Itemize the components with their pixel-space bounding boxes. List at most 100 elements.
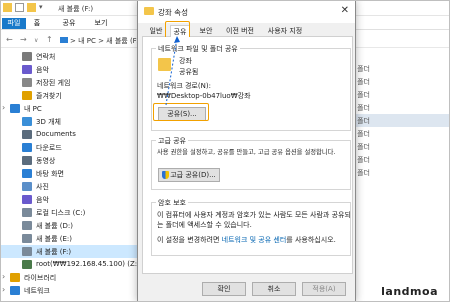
sidebar-item[interactable]: 연락처 <box>0 50 137 63</box>
sidebar-item[interactable]: › 네트워크 <box>0 284 137 297</box>
password-settings-suffix: 를 사용하십시오. <box>286 236 336 244</box>
sidebar-item[interactable]: 사진 <box>0 180 137 193</box>
pictures-icon <box>22 182 32 191</box>
music-icon <box>22 65 32 74</box>
sidebar-item-label: root(₩₩192.168.45.100) (Z:) <box>36 260 140 268</box>
sidebar-item-label: 사진 <box>36 183 49 191</box>
address-path[interactable]: > 내 PC > 새 볼륨 (F:) <box>70 36 141 46</box>
sidebar-item[interactable]: Documents <box>0 128 137 141</box>
tab-customize[interactable]: 사용자 지정 <box>262 25 308 37</box>
sidebar-item-label: Documents <box>36 130 76 138</box>
sidebar-item[interactable]: › 라이브러리 <box>0 271 137 284</box>
sidebar-item-label: 3D 개체 <box>36 118 61 126</box>
sidebar-item[interactable]: 즐겨찾기 <box>0 89 137 102</box>
navigation-pane: 연락처 음악 저장된 게임 즐겨찾기 › 내 PC 3D 개체 Documents 다운로드 동영… <box>0 50 140 302</box>
sidebar-item[interactable]: root(₩₩192.168.45.100) (Z:) <box>0 258 140 271</box>
dialog-title: 강좌 속성 <box>158 8 188 17</box>
tab-general[interactable]: 일반 <box>146 25 166 37</box>
3d-objects-icon <box>22 117 32 126</box>
chevron-right-icon[interactable]: › <box>2 272 5 281</box>
sidebar-item-label: 새 볼륨 (F:) <box>36 248 72 256</box>
ribbon-tab-file[interactable]: 파일 <box>2 18 26 29</box>
sidebar-item-label: 연락처 <box>36 53 56 61</box>
ribbon-tab-share[interactable]: 공유 <box>60 18 78 29</box>
sidebar-item[interactable]: 새 볼륨 (F:) <box>0 245 137 258</box>
sidebar-item-label: 음악 <box>36 196 49 204</box>
downloads-icon <box>22 143 32 152</box>
shared-folder-icon <box>158 58 171 71</box>
local-disk-icon <box>22 208 32 217</box>
folder-icon <box>144 7 154 15</box>
drive-icon <box>22 221 32 230</box>
ribbon-tab-view[interactable]: 보기 <box>92 18 110 29</box>
password-protection-group: 암호 보호 이 컴퓨터에 사용자 계정과 암호가 있는 사람도 모든 사람과 공… <box>151 198 353 256</box>
up-arrow-icon[interactable]: ↑ <box>46 35 53 44</box>
checkbox-icon[interactable] <box>15 3 24 12</box>
dialog-title-bar: 강좌 속성 ✕ <box>138 1 355 23</box>
chevron-right-icon[interactable]: › <box>2 103 5 112</box>
recent-dropdown-icon[interactable]: ∨ <box>34 37 38 44</box>
password-settings-line: 이 설정을 변경하려면 네트워크 및 공유 센터를 사용하십시오. <box>157 235 353 245</box>
sharing-panel: 네트워크 파일 및 폴더 공유 강좌 공유됨 네트워크 경로(N): ₩₩Des… <box>142 37 353 274</box>
folder-icon[interactable] <box>27 3 36 12</box>
advanced-sharing-button-label: 고급 공유(D)... <box>170 171 216 179</box>
network-sharing-center-link[interactable]: 네트워크 및 공유 센터 <box>222 236 287 244</box>
folder-icon <box>3 3 12 12</box>
sidebar-item-label: 라이브러리 <box>24 274 57 282</box>
sidebar-item[interactable]: 바탕 화면 <box>0 167 137 180</box>
sidebar-item[interactable]: 저장된 게임 <box>0 76 137 89</box>
music-icon <box>22 195 32 204</box>
explorer-window-title: 새 볼륨 (F:) <box>58 5 94 13</box>
tab-previous-versions[interactable]: 이전 버전 <box>222 25 258 37</box>
sidebar-item-label: 로컬 디스크 (C:) <box>36 209 86 217</box>
sidebar-item[interactable]: 음악 <box>0 193 137 206</box>
sidebar-item-label: 새 볼륨 (E:) <box>36 235 73 243</box>
share-status: 공유됨 <box>179 68 199 76</box>
dialog-button-row: 확인 취소 적용(A) <box>138 277 355 301</box>
desktop-icon <box>22 169 32 178</box>
sidebar-item-label: 즐겨찾기 <box>36 92 62 100</box>
advanced-sharing-description: 사용 권한을 설정하고, 공유를 만들고, 고급 공유 옵션을 설정합니다. <box>157 149 336 156</box>
cancel-button[interactable]: 취소 <box>252 282 296 296</box>
network-path-label: 네트워크 경로(N): <box>157 82 211 90</box>
sidebar-item[interactable]: 음악 <box>0 63 137 76</box>
ribbon-tab-home[interactable]: 홈 <box>30 18 44 29</box>
network-icon <box>10 286 20 295</box>
shield-icon <box>162 171 169 179</box>
close-icon[interactable]: ✕ <box>341 5 349 16</box>
sidebar-item[interactable]: › 내 PC <box>0 102 137 115</box>
share-button-highlight <box>153 103 209 121</box>
sidebar-item-label: 동영상 <box>36 157 56 165</box>
sidebar-item[interactable]: 다운로드 <box>0 141 137 154</box>
properties-dialog: 강좌 속성 ✕ 일반 공유 보안 이전 버전 사용자 지정 네트워크 파일 및 … <box>137 0 356 302</box>
sidebar-item-label: 바탕 화면 <box>36 170 64 178</box>
apply-button[interactable]: 적용(A) <box>302 282 346 296</box>
sidebar-item-label: 음악 <box>36 66 49 74</box>
sidebar-item-label: 네트워크 <box>24 287 50 295</box>
library-icon <box>10 273 20 282</box>
sidebar-item[interactable]: 3D 개체 <box>0 115 137 128</box>
forward-arrow-icon[interactable]: → <box>20 35 27 44</box>
password-protection-group-title: 암호 보호 <box>156 198 188 208</box>
watermark-text: landmoa <box>381 285 438 298</box>
advanced-sharing-group: 고급 공유 사용 권한을 설정하고, 공유를 만들고, 고급 공유 옵션을 설정… <box>151 136 351 190</box>
sidebar-item-label: 다운로드 <box>36 144 62 152</box>
sidebar-item[interactable]: 새 볼륨 (D:) <box>0 219 137 232</box>
network-path-value: ₩₩Desktop-0b47luo₩강좌 <box>157 92 251 100</box>
back-arrow-icon[interactable]: ← <box>6 35 13 44</box>
sidebar-item-label: 내 PC <box>24 105 42 113</box>
chevron-right-icon[interactable]: › <box>2 285 5 294</box>
pc-icon <box>60 37 68 43</box>
sidebar-item-label: 새 볼륨 (D:) <box>36 222 73 230</box>
sidebar-item[interactable]: 새 볼륨 (E:) <box>0 232 137 245</box>
tab-security[interactable]: 보안 <box>196 25 216 37</box>
network-sharing-group-title: 네트워크 파일 및 폴더 공유 <box>156 44 240 54</box>
quick-access-dropdown-icon[interactable]: ▾ <box>39 3 48 12</box>
ok-button[interactable]: 확인 <box>202 282 246 296</box>
advanced-sharing-button[interactable]: 고급 공유(D)... <box>158 168 220 182</box>
sidebar-item[interactable]: 로컬 디스크 (C:) <box>0 206 137 219</box>
password-protection-description: 이 컴퓨터에 사용자 계정과 암호가 있는 사람도 모든 사람과 공유되는 폴더… <box>157 211 351 229</box>
favorites-icon <box>22 91 32 100</box>
saved-games-icon <box>22 78 32 87</box>
sidebar-item[interactable]: 동영상 <box>0 154 137 167</box>
